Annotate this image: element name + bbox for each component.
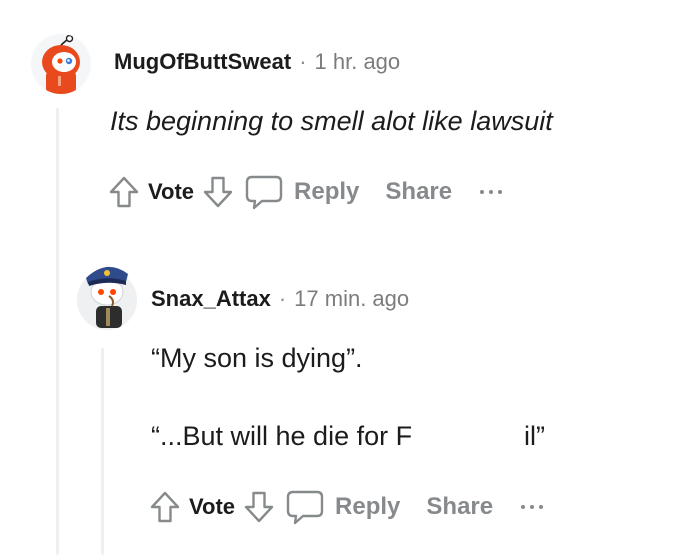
separator-dot: · xyxy=(278,286,287,311)
avatar[interactable] xyxy=(76,254,138,330)
upvote-arrow-icon[interactable] xyxy=(108,175,140,209)
reply-button[interactable]: Reply xyxy=(244,173,359,211)
comment-header: Snax_Attax · 17 min. ago xyxy=(151,286,409,312)
comment-actions: Vote Reply Share xyxy=(149,487,544,527)
avatar[interactable] xyxy=(31,34,91,94)
more-options-icon[interactable] xyxy=(480,190,503,194)
thread-line-1[interactable] xyxy=(56,108,59,555)
snoo-captain-hat-avatar-icon xyxy=(77,266,137,330)
snoo-orange-hoodie-avatar-icon xyxy=(42,34,80,94)
comment-bubble-icon xyxy=(245,175,283,210)
reply-label: Reply xyxy=(294,178,360,205)
timestamp[interactable]: 1 hr. ago xyxy=(315,49,401,75)
comment-body-line: il” xyxy=(524,421,545,451)
timestamp[interactable]: 17 min. ago xyxy=(294,286,409,312)
comment-bubble-icon xyxy=(286,490,324,525)
comment-body: Its beginning to smell alot like lawsuit xyxy=(110,106,553,136)
comment-header: MugOfButtSweat · 1 hr. ago xyxy=(114,49,400,75)
upvote-arrow-icon[interactable] xyxy=(149,490,181,524)
comment-body-line: “My son is dying”. xyxy=(151,343,363,373)
more-options-icon[interactable] xyxy=(521,505,544,509)
share-button[interactable]: Share xyxy=(426,493,493,521)
separator-dot: · xyxy=(299,49,307,74)
vote-count: Vote xyxy=(148,179,195,204)
username[interactable]: Snax_Attax xyxy=(151,286,271,312)
reply-button[interactable]: Reply xyxy=(285,488,400,526)
reply-label: Reply xyxy=(335,493,401,520)
downvote-arrow-icon[interactable] xyxy=(243,490,275,524)
username[interactable]: MugOfButtSweat xyxy=(114,49,291,75)
downvote-arrow-icon[interactable] xyxy=(202,175,234,209)
comment-body-line: “...But will he die for F xyxy=(151,421,413,451)
thread-line-2[interactable] xyxy=(101,348,104,555)
vote-count: Vote xyxy=(189,494,236,519)
comment-actions: Vote Reply Share xyxy=(108,172,503,212)
share-button[interactable]: Share xyxy=(385,178,452,206)
